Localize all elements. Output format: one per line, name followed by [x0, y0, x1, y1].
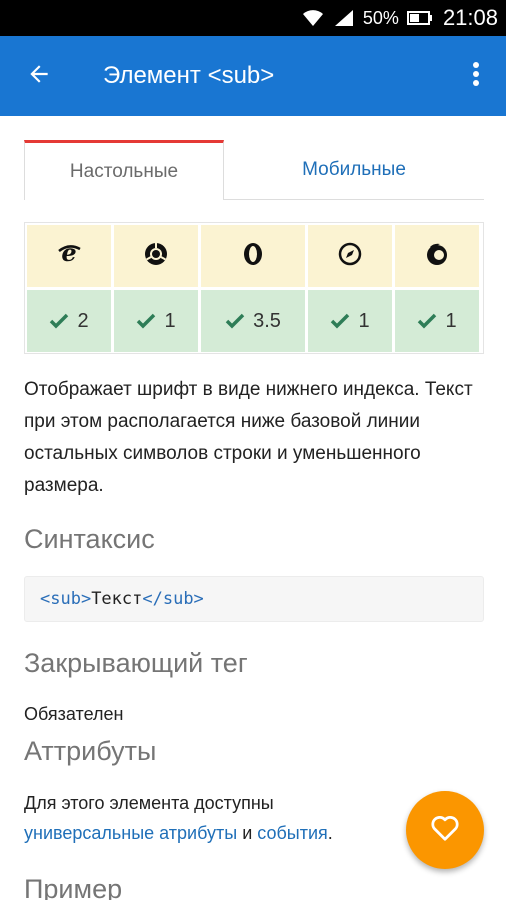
browser-cell-safari	[308, 225, 392, 287]
check-icon	[136, 313, 156, 329]
browser-compat-table: e 2 1 3.5 1 1	[24, 222, 484, 354]
opera-icon	[240, 241, 266, 272]
clock: 21:08	[442, 5, 498, 30]
tab-mobile[interactable]: Мобильные	[224, 140, 484, 200]
browser-cell-opera	[201, 225, 305, 287]
check-icon	[225, 313, 245, 329]
browser-version-firefox: 1	[395, 290, 479, 352]
overflow-menu-button[interactable]	[446, 36, 506, 116]
browser-cell-chrome	[114, 225, 198, 287]
arrow-back-icon	[26, 61, 52, 92]
wifi-icon	[301, 8, 325, 28]
closing-tag-value: Обязателен	[24, 704, 124, 724]
version-label: 1	[358, 309, 370, 332]
check-icon	[330, 313, 350, 329]
battery-percent: 50%	[362, 7, 399, 28]
favorite-button[interactable]	[406, 791, 484, 869]
more-vert-icon	[472, 61, 480, 92]
version-label: 1	[445, 309, 457, 332]
tab-desktop[interactable]: Настольные	[24, 140, 224, 200]
version-label: 3.5	[253, 309, 281, 332]
browser-cell-ie: e	[27, 225, 111, 287]
browser-version-chrome: 1	[114, 290, 198, 352]
attributes-intro: Для этого элемента доступны	[24, 793, 274, 813]
chrome-icon	[143, 241, 169, 272]
browser-version-opera: 3.5	[201, 290, 305, 352]
version-label: 1	[164, 309, 176, 332]
back-button[interactable]	[0, 36, 78, 116]
platform-tabs: Настольные Мобильные	[24, 140, 484, 200]
firefox-icon	[424, 241, 450, 272]
closing-tag-heading: Закрывающий тег	[24, 648, 248, 678]
universal-attributes-link[interactable]: универсальные атрибуты	[24, 823, 237, 843]
attributes-joiner: и	[237, 823, 258, 843]
check-icon	[49, 313, 69, 329]
events-link[interactable]: события	[257, 823, 328, 843]
attributes-heading: Аттрибуты	[24, 736, 157, 766]
browser-cell-firefox	[395, 225, 479, 287]
heart-icon	[430, 814, 460, 847]
element-description: Отображает шрифт в виде нижнего индекса.…	[24, 379, 473, 496]
signal-icon	[333, 8, 355, 28]
check-icon	[417, 313, 437, 329]
attributes-end: .	[327, 823, 333, 843]
example-heading: Пример	[24, 874, 123, 900]
code-text: Текст	[91, 589, 143, 609]
battery-icon	[406, 10, 433, 26]
browser-version-safari: 1	[308, 290, 392, 352]
page-title: Элемент <sub>	[103, 62, 275, 89]
version-label: 2	[77, 309, 89, 332]
app-bar: Элемент <sub>	[0, 36, 506, 116]
close-tag: </sub>	[142, 589, 204, 609]
svg-text:e: e	[61, 241, 76, 267]
status-bar: 50% 21:08	[0, 0, 506, 36]
syntax-heading: Синтаксис	[24, 524, 155, 554]
open-tag: <sub>	[40, 589, 92, 609]
browser-version-ie: 2	[27, 290, 111, 352]
internet-explorer-icon: e	[56, 238, 82, 272]
syntax-code-block: <sub> Текст </sub>	[24, 576, 484, 622]
safari-icon	[337, 241, 363, 272]
